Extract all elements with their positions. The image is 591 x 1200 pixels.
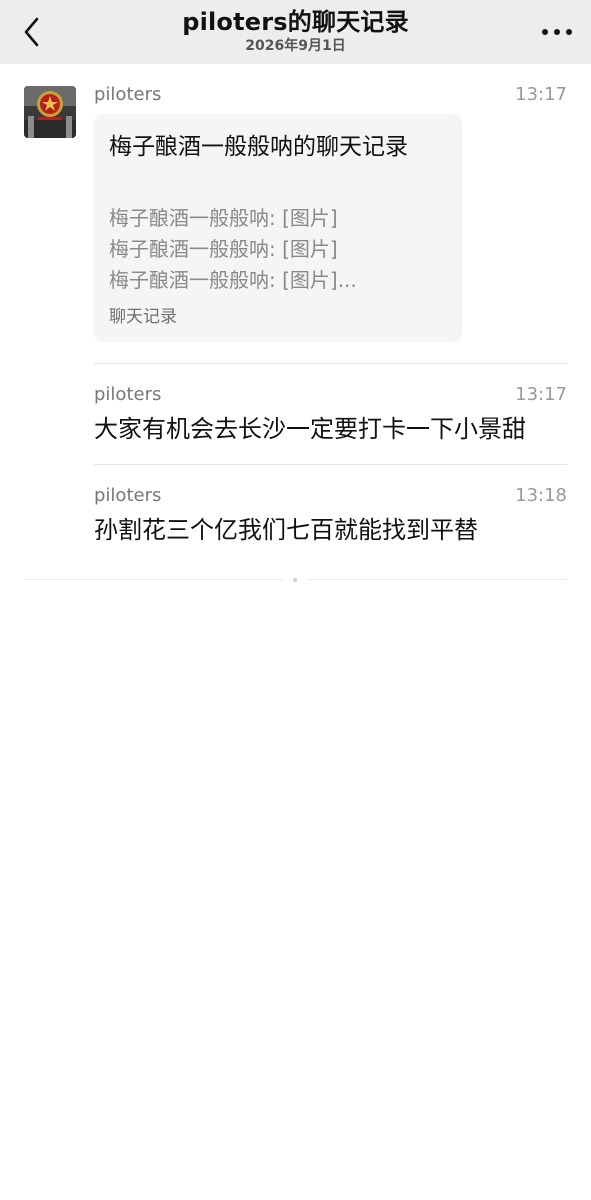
- message-time: 13:17: [515, 84, 567, 105]
- sender-name: piloters: [94, 485, 162, 506]
- emblem-avatar-image: [24, 86, 76, 138]
- nav-bar: piloters的聊天记录 2026年9月1日: [0, 0, 591, 64]
- message-divider: [94, 363, 567, 364]
- card-preview-line: 梅子酿酒一般般呐: [图片]: [109, 237, 338, 261]
- end-dot: [293, 578, 297, 582]
- message-divider: [94, 464, 567, 465]
- chat-history-card[interactable]: 梅子酿酒一般般呐的聊天记录 梅子酿酒一般般呐: [图片] 梅子酿酒一般般呐: […: [94, 114, 462, 342]
- page-subtitle-date: 2026年9月1日: [245, 38, 346, 54]
- message-1-header: piloters 13:17: [94, 84, 567, 106]
- message-text[interactable]: 孙割花三个亿我们七百就能找到平替: [94, 514, 478, 546]
- more-dots-icon: [542, 29, 572, 35]
- card-preview-line: 梅子酿酒一般般呐: [图片]: [109, 206, 338, 230]
- message-time: 13:18: [515, 485, 567, 506]
- nav-title-group: piloters的聊天记录 2026年9月1日: [0, 6, 591, 54]
- message-time: 13:17: [515, 384, 567, 405]
- page-title: piloters的聊天记录: [182, 8, 409, 36]
- card-preview-line: 梅子酿酒一般般呐: [图片]...: [109, 268, 357, 292]
- message-3-header: piloters 13:18: [94, 485, 567, 507]
- sender-name: piloters: [94, 384, 162, 405]
- message-2-header: piloters 13:17: [94, 384, 567, 406]
- card-title: 梅子酿酒一般般呐的聊天记录: [109, 134, 408, 160]
- avatar[interactable]: [24, 86, 76, 138]
- sender-name: piloters: [94, 84, 162, 105]
- end-divider-left: [24, 579, 284, 580]
- card-footer-label: 聊天记录: [109, 307, 177, 327]
- message-text[interactable]: 大家有机会去长沙一定要打卡一下小景甜: [94, 413, 526, 445]
- end-divider-right: [307, 579, 567, 580]
- more-button[interactable]: [537, 18, 577, 46]
